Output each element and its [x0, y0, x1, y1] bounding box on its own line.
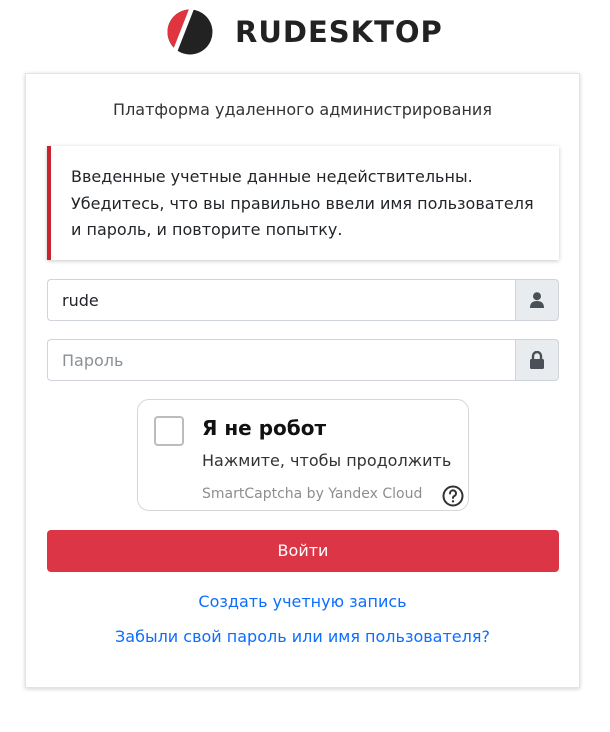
rudesktop-logo-icon [163, 9, 215, 55]
captcha-hint: Нажмите, чтобы продолжить [202, 451, 452, 470]
captcha-title: Я не робот [202, 416, 327, 440]
error-alert: Введенные учетные данные недействительны… [47, 146, 559, 260]
page-subtitle: Платформа удаленного администрирования [113, 100, 492, 119]
brand-logo: RUDESKTOP [163, 9, 443, 55]
password-group [47, 339, 559, 381]
password-input[interactable] [47, 339, 515, 381]
captcha-checkbox[interactable] [154, 416, 184, 446]
username-input[interactable] [47, 279, 515, 321]
lock-icon [515, 339, 559, 381]
brand-name: RUDESKTOP [235, 15, 443, 49]
error-message: Введенные учетные данные недействительны… [71, 167, 534, 239]
captcha-widget: Я не робот Нажмите, чтобы продолжить Sma… [137, 399, 469, 511]
register-link[interactable]: Создать учетную запись [26, 592, 579, 611]
login-card: Платформа удаленного администрирования В… [25, 73, 580, 688]
forgot-password-link[interactable]: Забыли свой пароль или имя пользователя? [26, 627, 579, 646]
captcha-brand: SmartCaptcha by Yandex Cloud [202, 486, 423, 502]
question-circle-icon[interactable] [442, 485, 464, 511]
user-icon [515, 279, 559, 321]
login-button[interactable]: Войти [47, 530, 559, 572]
username-group [47, 279, 559, 321]
